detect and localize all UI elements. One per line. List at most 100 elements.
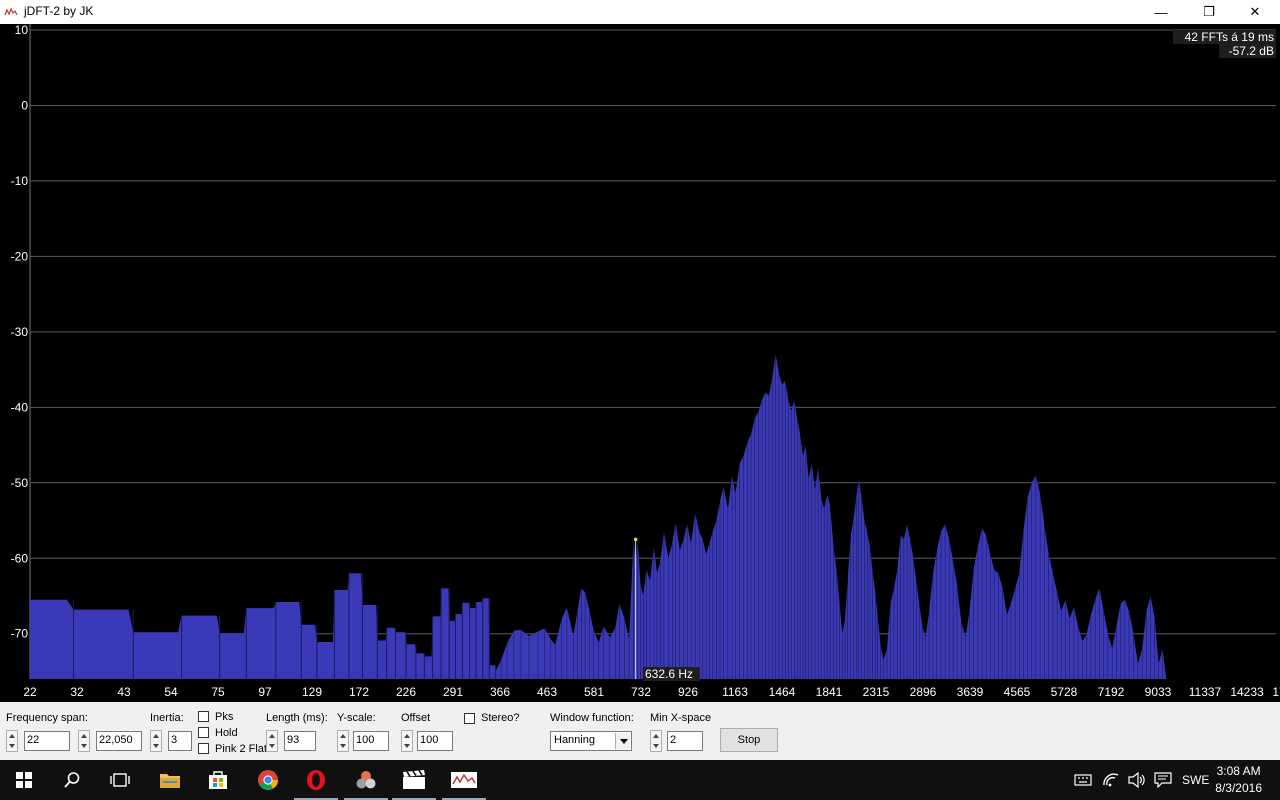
pks-label: Pks bbox=[215, 711, 234, 723]
x-tick-label: 32 bbox=[70, 685, 84, 699]
task-view-button[interactable] bbox=[96, 760, 144, 800]
folder-icon bbox=[160, 774, 180, 788]
cursor-frequency-readout-group: 632.6 Hz bbox=[643, 667, 700, 681]
y-tick-label: -20 bbox=[11, 249, 29, 263]
volume-icon[interactable] bbox=[1128, 772, 1146, 788]
x-tick-label: 129 bbox=[302, 685, 322, 699]
y-tick-label: -30 bbox=[11, 325, 29, 339]
x-tick-label: 1841 bbox=[816, 685, 843, 699]
opera-icon bbox=[307, 770, 325, 790]
freq-min-spinner[interactable] bbox=[6, 730, 18, 752]
min-xspace-spinner[interactable] bbox=[650, 730, 662, 752]
y-tick-label: -40 bbox=[11, 400, 29, 414]
task-view-icon bbox=[110, 773, 130, 787]
x-tick-label: 3639 bbox=[957, 685, 984, 699]
x-tick-label: 463 bbox=[537, 685, 557, 699]
x-tick-label: 22 bbox=[23, 685, 37, 699]
offset-spinner[interactable] bbox=[401, 730, 413, 752]
x-tick-label: 1464 bbox=[769, 685, 796, 699]
clock-date: 8/3/2016 bbox=[1215, 781, 1262, 795]
window-function-select[interactable]: Hanning bbox=[550, 731, 632, 751]
x-tick-label: 5728 bbox=[1051, 685, 1078, 699]
freq-max-field[interactable]: 22,050 bbox=[96, 731, 142, 751]
control-panel: Frequency span: 22 22,050 Inertia: 3 Pks… bbox=[0, 702, 1280, 760]
action-center-icon[interactable] bbox=[1154, 772, 1172, 788]
x-tick-label: 1163 bbox=[722, 685, 748, 699]
x-tick-label: 14233 bbox=[1230, 685, 1264, 699]
x-tick-label: 291 bbox=[443, 685, 463, 699]
x-tick-label: 581 bbox=[584, 685, 604, 699]
window-function-label: Window function: bbox=[550, 712, 634, 724]
min-xspace-label: Min X-space bbox=[650, 712, 712, 724]
y-tick-label: -50 bbox=[11, 476, 29, 490]
offset-label: Offset bbox=[401, 712, 431, 724]
video-editor-button[interactable] bbox=[390, 760, 438, 800]
close-button[interactable]: ✕ bbox=[1232, 0, 1278, 24]
frequency-span-label: Frequency span: bbox=[6, 712, 88, 724]
file-explorer-button[interactable] bbox=[146, 760, 194, 800]
min-xspace-field[interactable]: 2 bbox=[667, 731, 703, 751]
x-tick-label: 97 bbox=[258, 685, 272, 699]
start-button[interactable] bbox=[0, 760, 48, 800]
freq-min-field[interactable]: 22 bbox=[24, 731, 70, 751]
cursor-marker bbox=[633, 537, 638, 542]
stereo-label: Stereo? bbox=[481, 712, 520, 724]
x-tick-label: 2315 bbox=[863, 685, 890, 699]
taskbar: SWE 3:08 AM 8/3/2016 bbox=[0, 760, 1280, 800]
language-indicator[interactable]: SWE bbox=[1182, 773, 1209, 787]
store-button[interactable] bbox=[194, 760, 242, 800]
y-tick-label: -70 bbox=[11, 627, 29, 641]
spectrum-plot[interactable]: 10 0 -10 -20 -30 -40 -50 -60 -70 22 32 43 54 75 97 129 1… bbox=[0, 24, 1280, 702]
hold-checkbox[interactable] bbox=[198, 727, 209, 738]
app-icon bbox=[4, 6, 18, 18]
stop-button[interactable]: Stop bbox=[720, 728, 778, 752]
offset-field[interactable]: 100 bbox=[417, 731, 453, 751]
length-spinner[interactable] bbox=[266, 730, 278, 752]
x-tick-label: 926 bbox=[678, 685, 698, 699]
chrome-icon bbox=[258, 770, 278, 790]
clock[interactable]: 3:08 AM 8/3/2016 bbox=[1215, 763, 1262, 797]
clapperboard-icon bbox=[403, 770, 425, 789]
pink-2-flat-label: Pink 2 Flat bbox=[215, 743, 267, 755]
pink-2-flat-checkbox[interactable] bbox=[198, 743, 209, 754]
jdft-taskbar-button[interactable] bbox=[440, 760, 488, 800]
restore-button[interactable]: ❐ bbox=[1186, 0, 1232, 24]
y-tick-label: 10 bbox=[15, 24, 29, 37]
x-tick-label: 226 bbox=[396, 685, 416, 699]
opera-button[interactable] bbox=[292, 760, 340, 800]
yscale-spinner[interactable] bbox=[337, 730, 349, 752]
y-tick-label: 0 bbox=[21, 98, 28, 112]
inertia-field[interactable]: 3 bbox=[168, 731, 192, 751]
yscale-field[interactable]: 100 bbox=[353, 731, 389, 751]
cursor-frequency-readout: 632.6 Hz bbox=[645, 667, 693, 681]
system-tray: SWE bbox=[1074, 760, 1209, 800]
stereo-checkbox[interactable] bbox=[464, 713, 475, 724]
inertia-spinner[interactable] bbox=[150, 730, 162, 752]
media-app-button[interactable] bbox=[342, 760, 390, 800]
davinci-icon bbox=[356, 771, 376, 789]
title-bar: jDFT-2 by JK — ❐ ✕ bbox=[0, 0, 1280, 24]
x-tick-label: 732 bbox=[631, 685, 651, 699]
length-field[interactable]: 93 bbox=[284, 731, 316, 751]
level-readout-group: -57.2 dB bbox=[1219, 44, 1276, 58]
x-tick-label: 2896 bbox=[910, 685, 937, 699]
x-tick-label: 4565 bbox=[1004, 685, 1031, 699]
hold-label: Hold bbox=[215, 727, 238, 739]
pks-checkbox[interactable] bbox=[198, 711, 209, 722]
x-tick-label: 11337 bbox=[1189, 685, 1222, 699]
minimize-button[interactable]: — bbox=[1138, 0, 1184, 24]
x-tick-label: 366 bbox=[490, 685, 510, 699]
spectrum-chart[interactable]: 10 0 -10 -20 -30 -40 -50 -60 -70 22 32 43 54 75 97 129 1… bbox=[0, 24, 1280, 702]
y-tick-label: -60 bbox=[11, 551, 29, 565]
wifi-icon[interactable] bbox=[1102, 772, 1120, 788]
y-tick-label: -10 bbox=[11, 174, 29, 188]
store-icon bbox=[209, 771, 227, 789]
keyboard-icon[interactable] bbox=[1074, 773, 1092, 787]
chevron-down-icon[interactable] bbox=[615, 733, 630, 749]
spectrum-bars bbox=[30, 354, 1167, 679]
window-title: jDFT-2 by JK bbox=[24, 4, 94, 18]
chrome-button[interactable] bbox=[244, 760, 292, 800]
freq-max-spinner[interactable] bbox=[78, 730, 90, 752]
search-button[interactable] bbox=[48, 760, 96, 800]
search-icon bbox=[64, 772, 80, 788]
